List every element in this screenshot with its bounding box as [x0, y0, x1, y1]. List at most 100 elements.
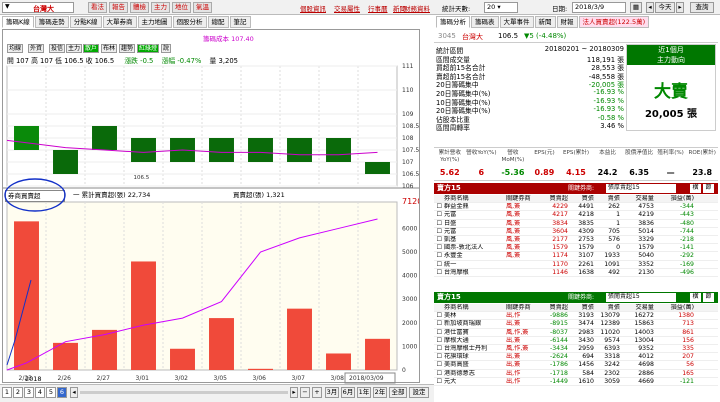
sell-layout-button[interactable]: 橫	[690, 184, 701, 193]
table-row[interactable]: ☐ 統一 1170 2261 1091 3352 -169	[434, 261, 718, 269]
page-2[interactable]: 2	[13, 387, 23, 398]
zoom-6m[interactable]: 6月	[341, 387, 355, 398]
scrollbar[interactable]	[80, 391, 288, 394]
row-checkbox[interactable]: ☐	[434, 269, 444, 276]
column-header[interactable]: 賣張	[596, 195, 622, 202]
zoom-in-icon[interactable]: +	[312, 387, 322, 398]
check-button[interactable]: 體檢	[130, 2, 149, 13]
table-row[interactable]: ☐ 花旗環球 出,簽 -2624 694 3318 4012 207	[434, 353, 718, 362]
buy-section-button[interactable]: 節	[703, 293, 714, 302]
column-header[interactable]: 損益(萬)	[656, 195, 696, 202]
column-header[interactable]: 買賣超	[540, 304, 570, 311]
sell-select[interactable]: 張厚賣超15	[606, 184, 676, 193]
row-checkbox[interactable]: ☐	[434, 236, 444, 243]
table-row[interactable]: ☐ 元富 風,簽 4217 4218 1 4219 -443	[434, 211, 718, 220]
date-input[interactable]: 2018/3/9	[572, 2, 626, 13]
zoom-all[interactable]: 全部	[389, 387, 407, 398]
link-stock-info[interactable]: 個股資訊	[300, 3, 326, 13]
column-header[interactable]: 券商名稱	[444, 195, 506, 202]
zoom-3m[interactable]: 3月	[325, 387, 339, 398]
today-button[interactable]: 今天	[655, 2, 675, 13]
tab-financials[interactable]: 財報	[556, 16, 578, 28]
page-1[interactable]: 1	[2, 387, 12, 398]
page-4[interactable]: 4	[35, 387, 45, 398]
buy-select[interactable]: 張閱賣超15	[606, 293, 676, 302]
sell-section-button[interactable]: 節	[703, 184, 714, 193]
row-checkbox[interactable]: ☐	[434, 203, 444, 210]
row-checkbox[interactable]: ☐	[434, 211, 444, 218]
position-button[interactable]: 地位	[172, 2, 191, 13]
tab-big-broker[interactable]: 大單券商	[102, 16, 137, 28]
table-row[interactable]: ☐ 台灣摩根 1146 1638 492 2130 -496	[434, 269, 718, 277]
buy-layout-button[interactable]: 橫	[690, 293, 701, 302]
table-row[interactable]: ☐ 群益金鼎 風,簽 4229 4491 262 4753 -344	[434, 203, 718, 212]
scroll-left-icon[interactable]: ◂	[70, 387, 78, 398]
page-5[interactable]: 5	[46, 387, 56, 398]
tab-news[interactable]: 新聞	[534, 16, 556, 28]
temperature-button[interactable]: 氣溫	[193, 2, 212, 13]
link-finance[interactable]: 財務資料	[404, 3, 430, 13]
link-calendar[interactable]: 行事曆	[368, 3, 388, 13]
page-6[interactable]: 6	[57, 387, 67, 398]
dropdown-icon[interactable]: ▼	[5, 3, 10, 10]
link-trade-attr[interactable]: 交易屬性	[334, 3, 360, 13]
row-checkbox[interactable]: ☐	[434, 329, 444, 336]
column-header[interactable]: 買張	[570, 304, 596, 311]
zoom-2y[interactable]: 2年	[373, 387, 387, 398]
table-row[interactable]: ☐ 美林 出,作 -9886 3193 13079 16272 1380	[434, 312, 718, 321]
table-row[interactable]: ☐ 台灣摩根士丹利 風,作,簽 -3434 2959 6393 9352 335	[434, 345, 718, 354]
column-header[interactable]: 關鍵券商	[506, 195, 540, 202]
report-button[interactable]: 報告	[109, 2, 128, 13]
row-checkbox[interactable]: ☐	[434, 220, 444, 227]
zoom-out-icon[interactable]: −	[300, 387, 310, 398]
page-3[interactable]: 3	[24, 387, 34, 398]
prev-day-icon[interactable]: ◂	[646, 2, 654, 13]
column-header[interactable]: 損益(萬)	[656, 304, 696, 311]
column-header[interactable]: 關鍵券商	[506, 304, 540, 311]
row-checkbox[interactable]: ☐	[434, 353, 444, 360]
tab-chip-trend[interactable]: 籌碼走勢	[34, 16, 69, 28]
column-header[interactable]: 交易量	[622, 304, 656, 311]
row-checkbox[interactable]: ☐	[434, 370, 444, 377]
table-row[interactable]: ☐ 摩根大通 出,簽 -6144 3430 9574 13004 156	[434, 337, 718, 345]
row-checkbox[interactable]: ☐	[434, 320, 444, 327]
tab-branch-kline[interactable]: 分點K線	[69, 16, 102, 28]
table-row[interactable]: ☐ 港商德意志 出,作 -1718 584 2302 2886 165	[434, 370, 718, 378]
tab-notes[interactable]: 筆記	[229, 16, 251, 28]
tab-chip-analysis[interactable]: 籌碼分析	[436, 16, 470, 28]
view-button[interactable]: 看法	[88, 2, 107, 13]
table-row[interactable]: ☐ 元富 風,簽 3604 4309 705 5014 -744	[434, 228, 718, 236]
scroll-right-icon[interactable]: ▸	[290, 387, 298, 398]
table-row[interactable]: ☐ 元大 出,作 -1449 1610 3059 4669 -121	[434, 378, 718, 386]
zoom-1y[interactable]: 1年	[357, 387, 371, 398]
column-header[interactable]: 買賣超	[540, 195, 570, 202]
tab-force-map[interactable]: 主力地圖	[137, 16, 172, 28]
tab-stock-analysis[interactable]: 個股分析	[172, 16, 207, 28]
tab-chip-kline[interactable]: 籌碼K線	[2, 16, 34, 28]
settings-button[interactable]: 設定	[409, 387, 429, 398]
tab-overview[interactable]: 總配	[207, 16, 229, 28]
row-checkbox[interactable]: ☐	[434, 228, 444, 235]
table-row[interactable]: ☐ 港仕富寶 風,作,簽 -8037 2983 11020 14003 861	[434, 329, 718, 337]
calendar-icon[interactable]: ▦	[630, 2, 642, 13]
tab-chip-table[interactable]: 籌碼表	[471, 16, 499, 28]
row-checkbox[interactable]: ☐	[434, 312, 444, 319]
query-button[interactable]: 查詢	[690, 2, 714, 13]
days-select[interactable]: 20 ▾	[484, 2, 518, 13]
column-header[interactable]: 券商名稱	[444, 304, 506, 311]
row-checkbox[interactable]: ☐	[434, 345, 444, 352]
column-header[interactable]: 賣張	[596, 304, 622, 311]
row-checkbox[interactable]: ☐	[434, 378, 444, 385]
column-header[interactable]: 交易量	[622, 195, 656, 202]
column-header[interactable]: 買張	[570, 195, 596, 202]
row-checkbox[interactable]: ☐	[434, 244, 444, 251]
row-checkbox[interactable]: ☐	[434, 337, 444, 344]
row-checkbox[interactable]: ☐	[434, 261, 444, 268]
tab-big-event[interactable]: 大單事件	[499, 16, 534, 28]
table-row[interactable]: ☐ 凱基 風,簽 2177 2753 576 3329 -218	[434, 236, 718, 245]
main-force-button[interactable]: 主力	[151, 2, 170, 13]
row-checkbox[interactable]: ☐	[434, 252, 444, 259]
stock-selector[interactable]: ▼ 台灣大	[2, 2, 74, 13]
table-row[interactable]: ☐ 永豐金 風,簽 1174 3107 1933 5040 -292	[434, 252, 718, 261]
table-row[interactable]: ☐ 美商高盛 出,簽 -1786 1456 3242 4698 56	[434, 361, 718, 370]
